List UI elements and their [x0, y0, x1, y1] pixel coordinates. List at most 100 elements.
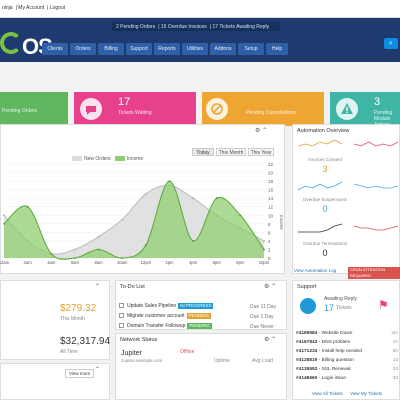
nav-reports[interactable]: Reports	[154, 43, 180, 55]
x-tick-label: 4pm	[189, 260, 198, 265]
checkbox[interactable]	[119, 323, 124, 329]
chart-btn-month[interactable]: This Month	[216, 148, 246, 156]
data-point	[74, 257, 76, 259]
nav-billing[interactable]: Billing	[98, 43, 124, 55]
nav-support[interactable]: Support	[126, 43, 152, 55]
data-point	[168, 180, 171, 182]
billing-alltime-label: All Time	[60, 349, 78, 355]
gear-icon[interactable]: ⚙	[255, 128, 260, 134]
checkbox[interactable]	[119, 303, 124, 309]
ticket-count: 17	[324, 303, 335, 313]
data-point	[74, 248, 76, 251]
ticket-subject: - Billing question	[317, 358, 354, 363]
collapse-icon[interactable]: ⌃	[271, 337, 276, 343]
collapse-icon[interactable]: ⌃	[95, 367, 100, 373]
auto-label-terminations: Overdue Terminations	[303, 241, 347, 246]
notice-bar: 2 Pending Orders | 15 Overdue Invoices | 1…	[112, 22, 280, 31]
data-point	[215, 197, 218, 200]
data-point	[26, 205, 29, 208]
notice-overdue-invoices[interactable]: 15 Overdue Invoices	[161, 24, 207, 30]
ticket-id: #4128819	[296, 358, 318, 363]
ticket-id: #4135552	[296, 367, 318, 372]
y-tick-label: 20	[268, 171, 274, 176]
todo-item[interactable]: Domain Transfer Followup PENDING	[119, 322, 212, 330]
logo-swirl-icon	[0, 32, 22, 54]
ticket-row[interactable]: #4128819 - Billing question 1d	[296, 357, 398, 364]
data-point	[50, 252, 53, 255]
ticket-time: 3d	[392, 376, 398, 381]
stat-pending-cancellations[interactable]: Pending Cancellations	[202, 92, 324, 126]
y-tick-label: 10	[268, 213, 274, 218]
nav-help[interactable]: Help	[266, 43, 288, 55]
todo-title: To-Do List	[120, 284, 145, 290]
top-link-user[interactable]: ninja	[2, 5, 13, 11]
stat-module-actions[interactable]: 3 Pending Module Actions	[330, 92, 400, 128]
chart-btn-year[interactable]: This Year	[248, 148, 274, 156]
sparkline	[353, 183, 399, 189]
x-tick-label: 2am	[24, 260, 33, 265]
gear-icon[interactable]: ⚙	[264, 284, 269, 290]
ticket-row[interactable]: #4135552 - SSL Renewal 2d	[296, 366, 398, 373]
nav-addons[interactable]: Addons	[210, 43, 236, 55]
panel-tools: ⚙ ⌃	[264, 336, 276, 343]
todo-due: Due Never	[250, 324, 274, 330]
stat-pending-orders[interactable]: Pending Orders	[0, 92, 68, 126]
auto-value-terminations: 0	[322, 248, 328, 258]
data-point	[144, 193, 147, 195]
y-tick-label: 8	[268, 222, 271, 227]
panel-tools: ⌃	[95, 366, 100, 373]
cron-attention-badge[interactable]: CRON ATTENTION REQUIRED	[348, 267, 400, 279]
status-badge: IN PROGRESS	[178, 303, 214, 309]
checkbox[interactable]	[119, 313, 124, 319]
view-all-tickets-link[interactable]: View All Tickets	[312, 391, 343, 396]
collapse-icon[interactable]: ⌃	[271, 284, 276, 290]
main-nav: Clients Orders Billing Support Reports U…	[42, 43, 288, 55]
notice-pending-orders[interactable]: 2 Pending Orders	[116, 24, 155, 30]
x-tick-label: 6am	[71, 260, 80, 265]
top-link-account[interactable]: My Account	[18, 5, 44, 11]
nav-utilities[interactable]: Utilities	[182, 43, 208, 55]
search-icon[interactable]: ⌕	[384, 38, 398, 49]
chart-btn-today[interactable]: Today	[192, 148, 214, 156]
y-tick-label: 14	[268, 196, 274, 201]
todo-due: Due 11 Day	[250, 304, 277, 310]
top-link-logout[interactable]: Logout	[50, 5, 65, 11]
x-tick-label: 10am	[117, 260, 128, 265]
gear-icon[interactable]: ⚙	[264, 337, 269, 343]
sparkline	[353, 225, 399, 231]
view-more-button[interactable]: View more	[65, 369, 95, 378]
ticket-row[interactable]: #4146660 - Login issue 3d	[296, 375, 398, 382]
collapse-icon[interactable]: ⌃	[262, 128, 267, 134]
collapse-icon[interactable]: ⌃	[95, 284, 100, 290]
ticket-row[interactable]: #4171234 - Install help needed 5h	[296, 348, 398, 355]
nav-setup[interactable]: Setup	[238, 43, 264, 55]
ticket-subject: - Website Down	[317, 331, 353, 336]
stat-label: Pending Cancellations	[246, 110, 296, 116]
data-point	[97, 248, 100, 251]
todo-item[interactable]: Migrate customer account PENDING	[119, 312, 212, 320]
todo-text: Update Sales Pipeline	[127, 303, 177, 309]
nav-orders[interactable]: Orders	[70, 43, 96, 55]
notice-tickets[interactable]: 17 Tickets Awaiting Reply	[212, 24, 269, 30]
ticket-id: #4146660	[296, 376, 318, 381]
nav-clients[interactable]: Clients	[42, 43, 68, 55]
y-tick-label: 18	[268, 179, 274, 184]
ticket-subject: - Install help needed	[317, 349, 362, 354]
ticket-subject: - SSL Renewal	[317, 367, 351, 372]
ticket-row[interactable]: #4189584 - Website Down 3m	[296, 330, 398, 337]
server-status: Offline	[180, 349, 195, 355]
x-tick-label: 2pm	[165, 260, 174, 265]
status-badge: PENDING	[186, 313, 212, 319]
billing-panel: ⌃	[0, 280, 110, 360]
billing-alltime-value: $32,317.94	[60, 336, 111, 347]
x-tick-label: 10pm	[259, 260, 270, 265]
stat-number: 3	[374, 96, 381, 108]
ticket-row[interactable]: #4167843 - DNS problem 1h	[296, 339, 398, 346]
logo[interactable]: OS	[0, 24, 53, 59]
todo-item[interactable]: Update Sales Pipeline IN PROGRESS	[119, 302, 214, 310]
y-tick-label: 22	[268, 162, 274, 167]
stat-tickets-waiting[interactable]: 17 Tickets Waiting	[74, 92, 196, 126]
automation-log-link[interactable]: View Automation Log	[294, 268, 336, 273]
view-my-tickets-link[interactable]: View My Tickets	[350, 391, 382, 396]
network-title: Network Status	[120, 337, 158, 343]
